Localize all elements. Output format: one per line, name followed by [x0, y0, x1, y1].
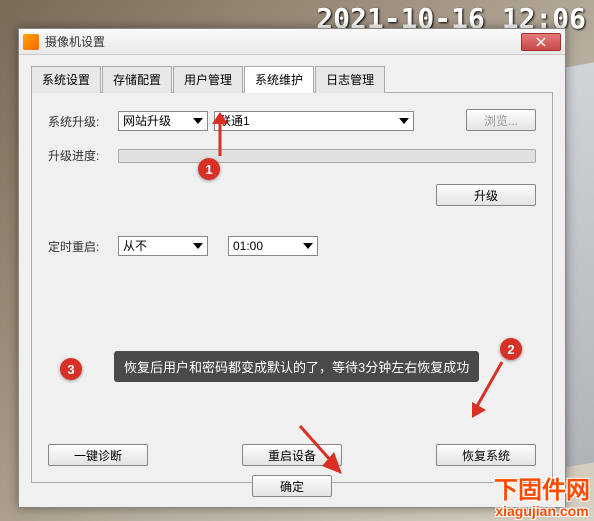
bottom-button-row: 一键诊断 重启设备 恢复系统: [48, 444, 536, 466]
app-icon: [23, 34, 39, 50]
upgrade-label: 系统升级:: [48, 113, 118, 130]
tab-panel-maintenance: 浏览... 系统升级: 网站升级 联通1 升级进度: 升级 定时重启:: [31, 93, 553, 483]
tab-system-maintenance[interactable]: 系统维护: [244, 66, 314, 93]
annotation-arrow-3: [296, 422, 346, 476]
tabstrip: 系统设置 存储配置 用户管理 系统维护 日志管理: [31, 65, 553, 93]
watermark: 下固件网 xiagujian.com: [494, 479, 590, 519]
scheduled-reboot-row: 定时重启: 从不 01:00: [48, 236, 536, 256]
tab-storage-config[interactable]: 存储配置: [102, 66, 172, 93]
diagnose-button[interactable]: 一键诊断: [48, 444, 148, 466]
restore-system-button[interactable]: 恢复系统: [436, 444, 536, 466]
close-button[interactable]: [521, 33, 561, 51]
dialog-body: 系统设置 存储配置 用户管理 系统维护 日志管理 浏览... 系统升级: 网站升…: [19, 55, 565, 507]
tab-user-management[interactable]: 用户管理: [173, 66, 243, 93]
browse-button[interactable]: 浏览...: [466, 109, 536, 131]
upgrade-button-row: 升级: [48, 184, 536, 206]
reboot-frequency-select[interactable]: 从不: [118, 236, 208, 256]
reboot-time-select[interactable]: 01:00: [228, 236, 318, 256]
dialog-title: 摄像机设置: [45, 33, 521, 50]
annotation-marker-3: 3: [60, 358, 82, 380]
reboot-label: 定时重启:: [48, 238, 118, 255]
close-icon: [536, 37, 546, 47]
upgrade-channel-select[interactable]: 联通1: [214, 111, 414, 131]
upgrade-method-select[interactable]: 网站升级: [118, 111, 208, 131]
ok-button[interactable]: 确定: [252, 475, 332, 497]
upgrade-row: 系统升级: 网站升级 联通1: [48, 111, 536, 131]
upgrade-button[interactable]: 升级: [436, 184, 536, 206]
tab-log-management[interactable]: 日志管理: [315, 66, 385, 93]
annotation-arrow-2: [470, 360, 510, 420]
progress-label: 升级进度:: [48, 147, 118, 164]
restore-tooltip: 恢复后用户和密码都变成默认的了，等待3分钟左右恢复成功: [114, 351, 479, 382]
tab-system-settings[interactable]: 系统设置: [31, 66, 101, 93]
annotation-marker-1: 1: [198, 158, 220, 180]
ok-row: 确定: [19, 475, 565, 497]
progress-row: 升级进度:: [48, 147, 536, 164]
progress-bar: [118, 149, 536, 163]
camera-settings-dialog: 摄像机设置 系统设置 存储配置 用户管理 系统维护 日志管理 浏览... 系统升…: [18, 28, 566, 508]
annotation-marker-2: 2: [500, 338, 522, 360]
annotation-arrow-1: [208, 112, 232, 158]
titlebar[interactable]: 摄像机设置: [19, 29, 565, 55]
watermark-en: xiagujian.com: [494, 503, 590, 519]
watermark-cn: 下固件网: [494, 479, 590, 503]
